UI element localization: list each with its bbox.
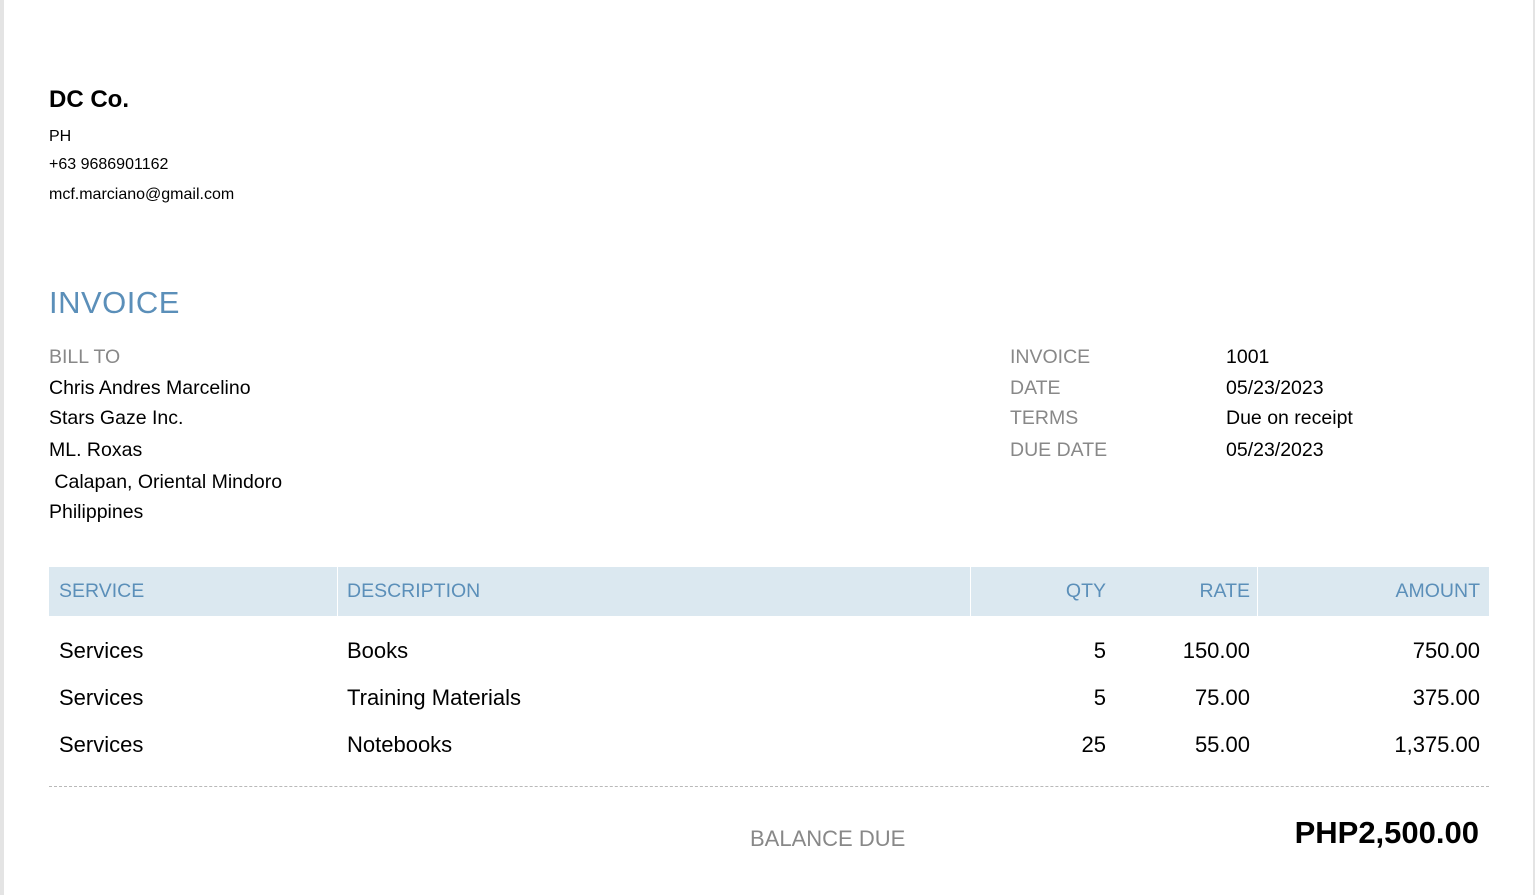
cell-amount: 1,375.00	[1394, 732, 1480, 757]
cell-qty: 5	[1093, 638, 1106, 663]
cell-service: Services	[59, 638, 144, 663]
cell-rate: 55.00	[1194, 732, 1250, 757]
cell-rate: 75.00	[1194, 685, 1250, 710]
bill-to-line: Stars Gaze Inc.	[49, 407, 184, 429]
invoice-page: DC Co. PH +63 9686901162 mcf.marciano@gm…	[4, 0, 1533, 895]
bill-to-line: ML. Roxas	[49, 439, 143, 461]
table-header: SERVICE DESCRIPTION QTY RATE AMOUNT	[49, 567, 1489, 616]
cell-description: Notebooks	[347, 732, 453, 757]
header-amount: AMOUNT	[1395, 580, 1481, 602]
invoice-number-label: INVOICE	[1010, 346, 1091, 368]
header-rate: RATE	[1199, 580, 1250, 602]
company-phone: +63 9686901162	[49, 156, 169, 173]
column-divider	[1257, 567, 1258, 616]
header-qty: QTY	[1065, 580, 1106, 602]
bill-to-line: Calapan, Oriental Mindoro	[49, 471, 283, 493]
table-row: Services Training Materials 5 75.00 375.…	[49, 683, 1489, 713]
cell-rate: 150.00	[1182, 638, 1250, 663]
cell-description: Training Materials	[347, 685, 522, 710]
cell-amount: 375.00	[1412, 685, 1480, 710]
balance-due-value: PHP2,500.00	[1294, 815, 1479, 850]
date-value: 05/23/2023	[1226, 377, 1324, 399]
bill-to-line: Philippines	[49, 501, 144, 523]
column-divider	[337, 567, 338, 616]
terms-value: Due on receipt	[1226, 407, 1353, 429]
cell-service: Services	[59, 732, 144, 757]
balance-due-label: BALANCE DUE	[750, 826, 906, 851]
header-description: DESCRIPTION	[347, 580, 481, 602]
company-country: PH	[49, 128, 72, 145]
table-row: Services Books 5 150.00 750.00	[49, 636, 1489, 666]
due-date-label: DUE DATE	[1010, 439, 1108, 461]
cell-amount: 750.00	[1412, 638, 1480, 663]
cell-qty: 25	[1081, 732, 1106, 757]
bill-to-label: BILL TO	[49, 346, 121, 368]
due-date-value: 05/23/2023	[1226, 439, 1324, 461]
invoice-number-value: 1001	[1226, 346, 1270, 368]
date-label: DATE	[1010, 377, 1061, 399]
terms-label: TERMS	[1010, 407, 1079, 429]
company-email: mcf.marciano@gmail.com	[49, 186, 235, 203]
cell-qty: 5	[1093, 685, 1106, 710]
invoice-title: INVOICE	[49, 285, 180, 320]
table-row: Services Notebooks 25 55.00 1,375.00	[49, 730, 1489, 760]
company-name: DC Co.	[49, 86, 129, 113]
cell-description: Books	[347, 638, 409, 663]
cell-service: Services	[59, 685, 144, 710]
totals-divider	[49, 786, 1489, 787]
bill-to-line: Chris Andres Marcelino	[49, 377, 251, 399]
header-service: SERVICE	[59, 580, 145, 602]
